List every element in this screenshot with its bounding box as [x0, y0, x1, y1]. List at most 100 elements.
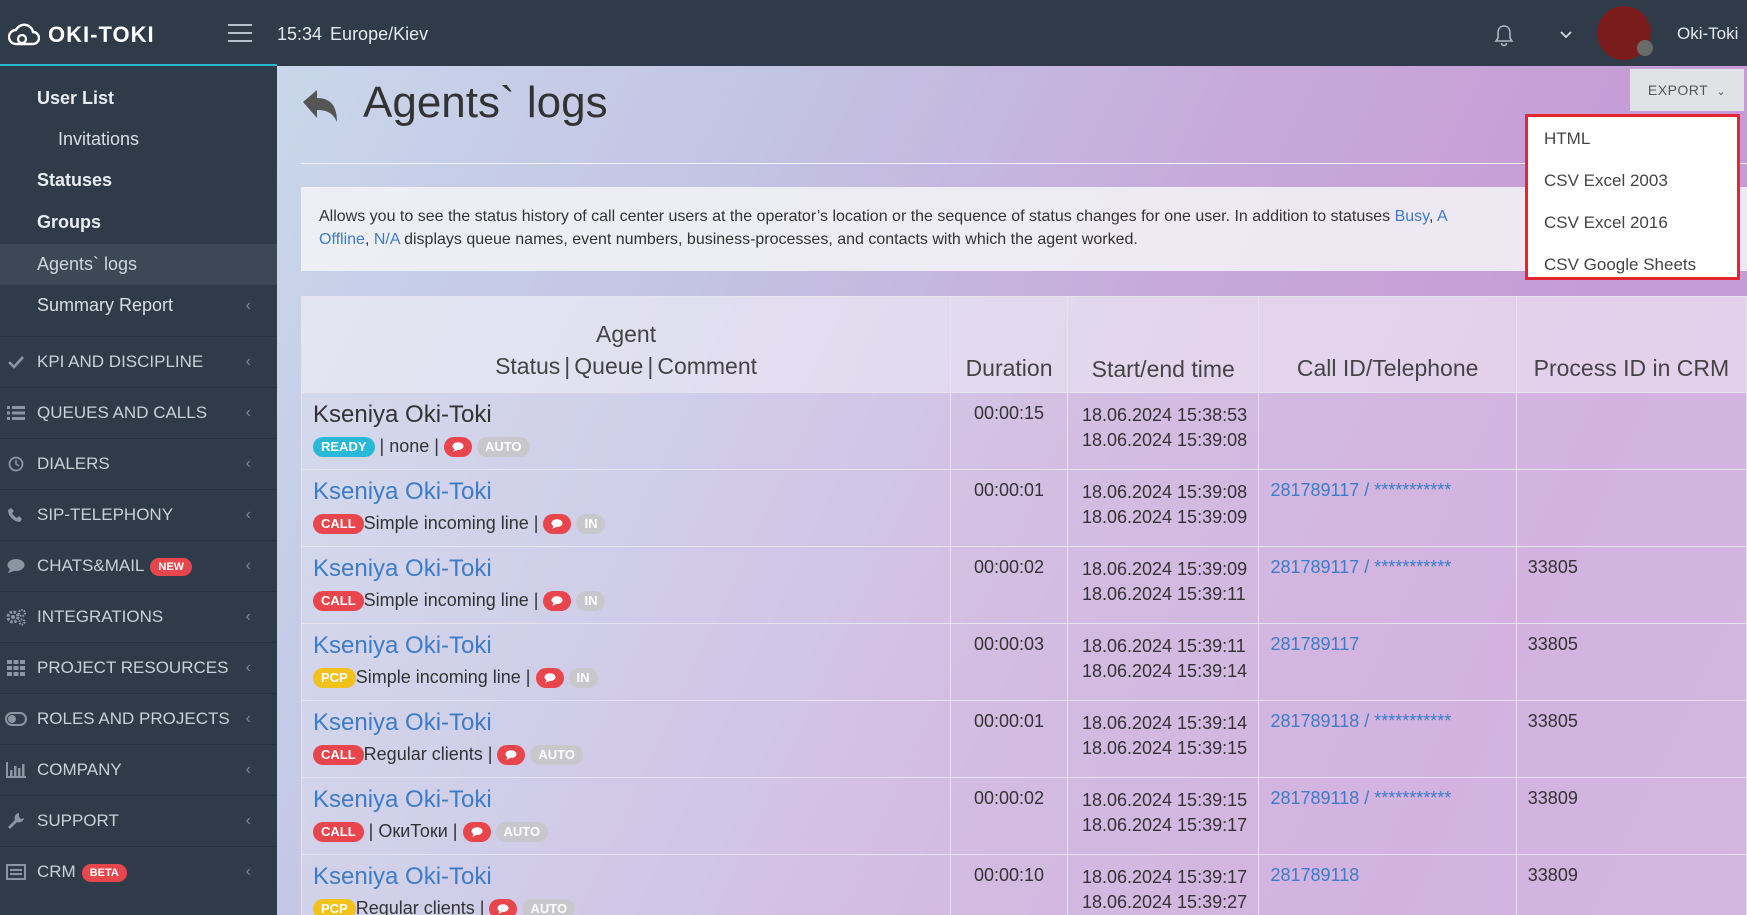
comment-icon[interactable] — [535, 668, 564, 689]
export-button[interactable]: EXPORT ⌄ — [1630, 69, 1744, 111]
header-agent[interactable]: Agent Status | Queue | Comment — [300, 296, 952, 393]
sidebar-item-support[interactable]: SUPPORT ‹ — [0, 795, 277, 846]
agent-name: Kseniya Oki-Toki — [313, 401, 492, 428]
agent-name-link[interactable]: Kseniya Oki-Toki — [313, 862, 940, 892]
call-id-link[interactable]: 281789117 / *********** — [1270, 480, 1451, 500]
comment-icon[interactable] — [543, 591, 572, 612]
offline-link[interactable]: Offline — [319, 231, 365, 248]
call-id-link[interactable]: 281789118 — [1270, 865, 1359, 885]
cell-call-id: 281789118 / *********** — [1258, 777, 1517, 855]
table-row: Kseniya Oki-Toki PCP Simple incoming line… — [300, 623, 1747, 701]
na-link[interactable]: N/A — [374, 231, 400, 248]
header-call-id[interactable]: Call ID/Telephone — [1258, 296, 1517, 393]
export-option-csv-excel-2003[interactable]: CSV Excel 2003 — [1528, 162, 1737, 204]
agent-name-link[interactable]: Kseniya Oki-Toki — [313, 785, 940, 815]
sidebar-item-chats-mail[interactable]: CHATS&MAIL NEW ‹ — [0, 540, 277, 591]
list-icon — [5, 388, 27, 438]
gears-icon — [5, 592, 27, 642]
queue-text: | none | — [374, 436, 444, 456]
chevron-down-icon[interactable] — [1558, 26, 1574, 42]
status-badge: CALL — [313, 822, 364, 843]
sidebar-item-crm[interactable]: CRM BETA ‹ — [0, 846, 277, 897]
phone-icon — [5, 490, 27, 540]
header-duration[interactable]: Duration — [950, 296, 1068, 393]
sidebar-item-label: INTEGRATIONS — [37, 607, 164, 626]
call-id-link[interactable]: 281789117 — [1270, 634, 1359, 654]
sidebar-item-groups[interactable]: Groups — [0, 202, 277, 243]
cell-agent: Kseniya Oki-Toki PCP Simple incoming line… — [300, 623, 952, 701]
table-row: Kseniya Oki-Toki CALL Simple incoming lin… — [300, 546, 1747, 624]
username[interactable]: Oki-Toki — [1677, 24, 1738, 44]
cell-process-id — [1515, 392, 1747, 470]
agent-name-link[interactable]: Kseniya Oki-Toki — [313, 631, 940, 661]
cell-agent: Kseniya Oki-Toki READY | none | AUTO — [300, 392, 952, 470]
cell-start-end-time: 18.06.2024 15:39:08 18.06.2024 15:39:09 — [1066, 469, 1260, 547]
busy-link[interactable]: Busy — [1395, 208, 1429, 225]
sidebar-item-user-list[interactable]: User List — [0, 78, 277, 119]
sidebar-item-summary-report[interactable]: Summary Report ‹ — [0, 285, 277, 326]
export-option-csv-excel-2016[interactable]: CSV Excel 2016 — [1528, 204, 1737, 246]
cell-start-end-time: 18.06.2024 15:39:17 18.06.2024 15:39:27 — [1066, 854, 1260, 915]
comment-icon[interactable] — [489, 899, 518, 915]
sidebar-item-sip-telephony[interactable]: SIP-TELEPHONY ‹ — [0, 489, 277, 540]
cell-duration: 00:00:02 — [950, 777, 1068, 855]
header-separator: | — [647, 353, 654, 379]
beta-badge: BETA — [81, 863, 127, 882]
cell-call-id: 281789117 / *********** — [1258, 469, 1517, 547]
comment-icon[interactable] — [462, 822, 491, 843]
comment-icon[interactable] — [543, 514, 572, 535]
sidebar-item-label: CHATS&MAIL — [37, 556, 145, 575]
sidebar-item-company[interactable]: COMPANY ‹ — [0, 744, 277, 795]
sidebar-item-statuses[interactable]: Statuses — [0, 160, 277, 201]
sidebar-item-dialers[interactable]: DIALERS ‹ — [0, 438, 277, 489]
sidebar-item-queues[interactable]: QUEUES AND CALLS ‹ — [0, 387, 277, 438]
sidebar-item-label: DIALERS — [37, 454, 110, 473]
sidebar-item-label: COMPANY — [37, 760, 122, 779]
call-id-link[interactable]: 281789118 / *********** — [1270, 711, 1451, 731]
agent-name-link[interactable]: Kseniya Oki-Toki — [313, 477, 940, 507]
chevron-left-icon: ‹ — [245, 812, 251, 829]
sidebar-item-kpi[interactable]: KPI AND DISCIPLINE ‹ — [0, 336, 277, 387]
comment-icon[interactable] — [497, 745, 526, 766]
status-badge: CALL — [313, 591, 364, 612]
call-id-link[interactable]: 281789118 / *********** — [1270, 788, 1451, 808]
header-process-id[interactable]: Process ID in CRM — [1515, 296, 1747, 393]
cell-duration: 00:00:10 — [950, 854, 1068, 915]
status-badge: PCP — [313, 899, 356, 915]
status-badge: PCP — [313, 668, 356, 689]
export-option-csv-google-sheets[interactable]: CSV Google Sheets — [1528, 246, 1737, 288]
info-text: , — [1428, 208, 1437, 225]
cell-start-end-time: 18.06.2024 15:39:11 18.06.2024 15:39:14 — [1066, 623, 1260, 701]
bell-icon[interactable] — [1493, 24, 1515, 48]
chevron-left-icon: ‹ — [245, 608, 251, 625]
sidebar-item-label: Agents` logs — [37, 254, 138, 274]
wrench-icon — [5, 796, 27, 846]
cell-agent: Kseniya Oki-Toki CALL Simple incoming lin… — [300, 469, 952, 547]
back-arrow-icon[interactable] — [299, 86, 341, 128]
call-type-badge: IN — [576, 514, 606, 535]
queue-text: Simple incoming line | — [363, 590, 544, 610]
end-time: 18.06.2024 15:39:14 — [1081, 661, 1248, 681]
menu-toggle-icon[interactable] — [228, 24, 252, 42]
sidebar-item-invitations[interactable]: Invitations — [0, 119, 277, 160]
cell-process-id — [1515, 469, 1747, 547]
avatar[interactable] — [1597, 6, 1653, 60]
cell-duration: 00:00:03 — [950, 623, 1068, 701]
comment-icon[interactable] — [443, 437, 472, 458]
logo[interactable]: OKI-TOKI — [8, 20, 155, 50]
header-start-end-time[interactable]: Start/end time — [1066, 296, 1260, 393]
export-dropdown: HTML CSV Excel 2003 CSV Excel 2016 CSV G… — [1525, 114, 1740, 280]
end-time: 18.06.2024 15:39:27 — [1081, 892, 1248, 912]
sidebar-item-roles-projects[interactable]: ROLES AND PROJECTS ‹ — [0, 693, 277, 744]
call-type-badge: AUTO — [495, 822, 549, 843]
agent-name-link[interactable]: Kseniya Oki-Toki — [313, 554, 940, 584]
call-id-link[interactable]: 281789117 / *********** — [1270, 557, 1451, 577]
sidebar-item-project-resources[interactable]: PROJECT RESOURCES ‹ — [0, 642, 277, 693]
agent-name-link[interactable]: Kseniya Oki-Toki — [313, 708, 940, 738]
sidebar-item-integrations[interactable]: INTEGRATIONS ‹ — [0, 591, 277, 642]
header-comment-label: Comment — [657, 353, 758, 379]
sidebar-item-agents-logs[interactable]: Agents` logs — [0, 244, 277, 285]
status-link[interactable]: A — [1437, 208, 1448, 225]
cell-start-end-time: 18.06.2024 15:38:53 18.06.2024 15:39:08 — [1066, 392, 1260, 470]
export-option-html[interactable]: HTML — [1528, 120, 1737, 162]
